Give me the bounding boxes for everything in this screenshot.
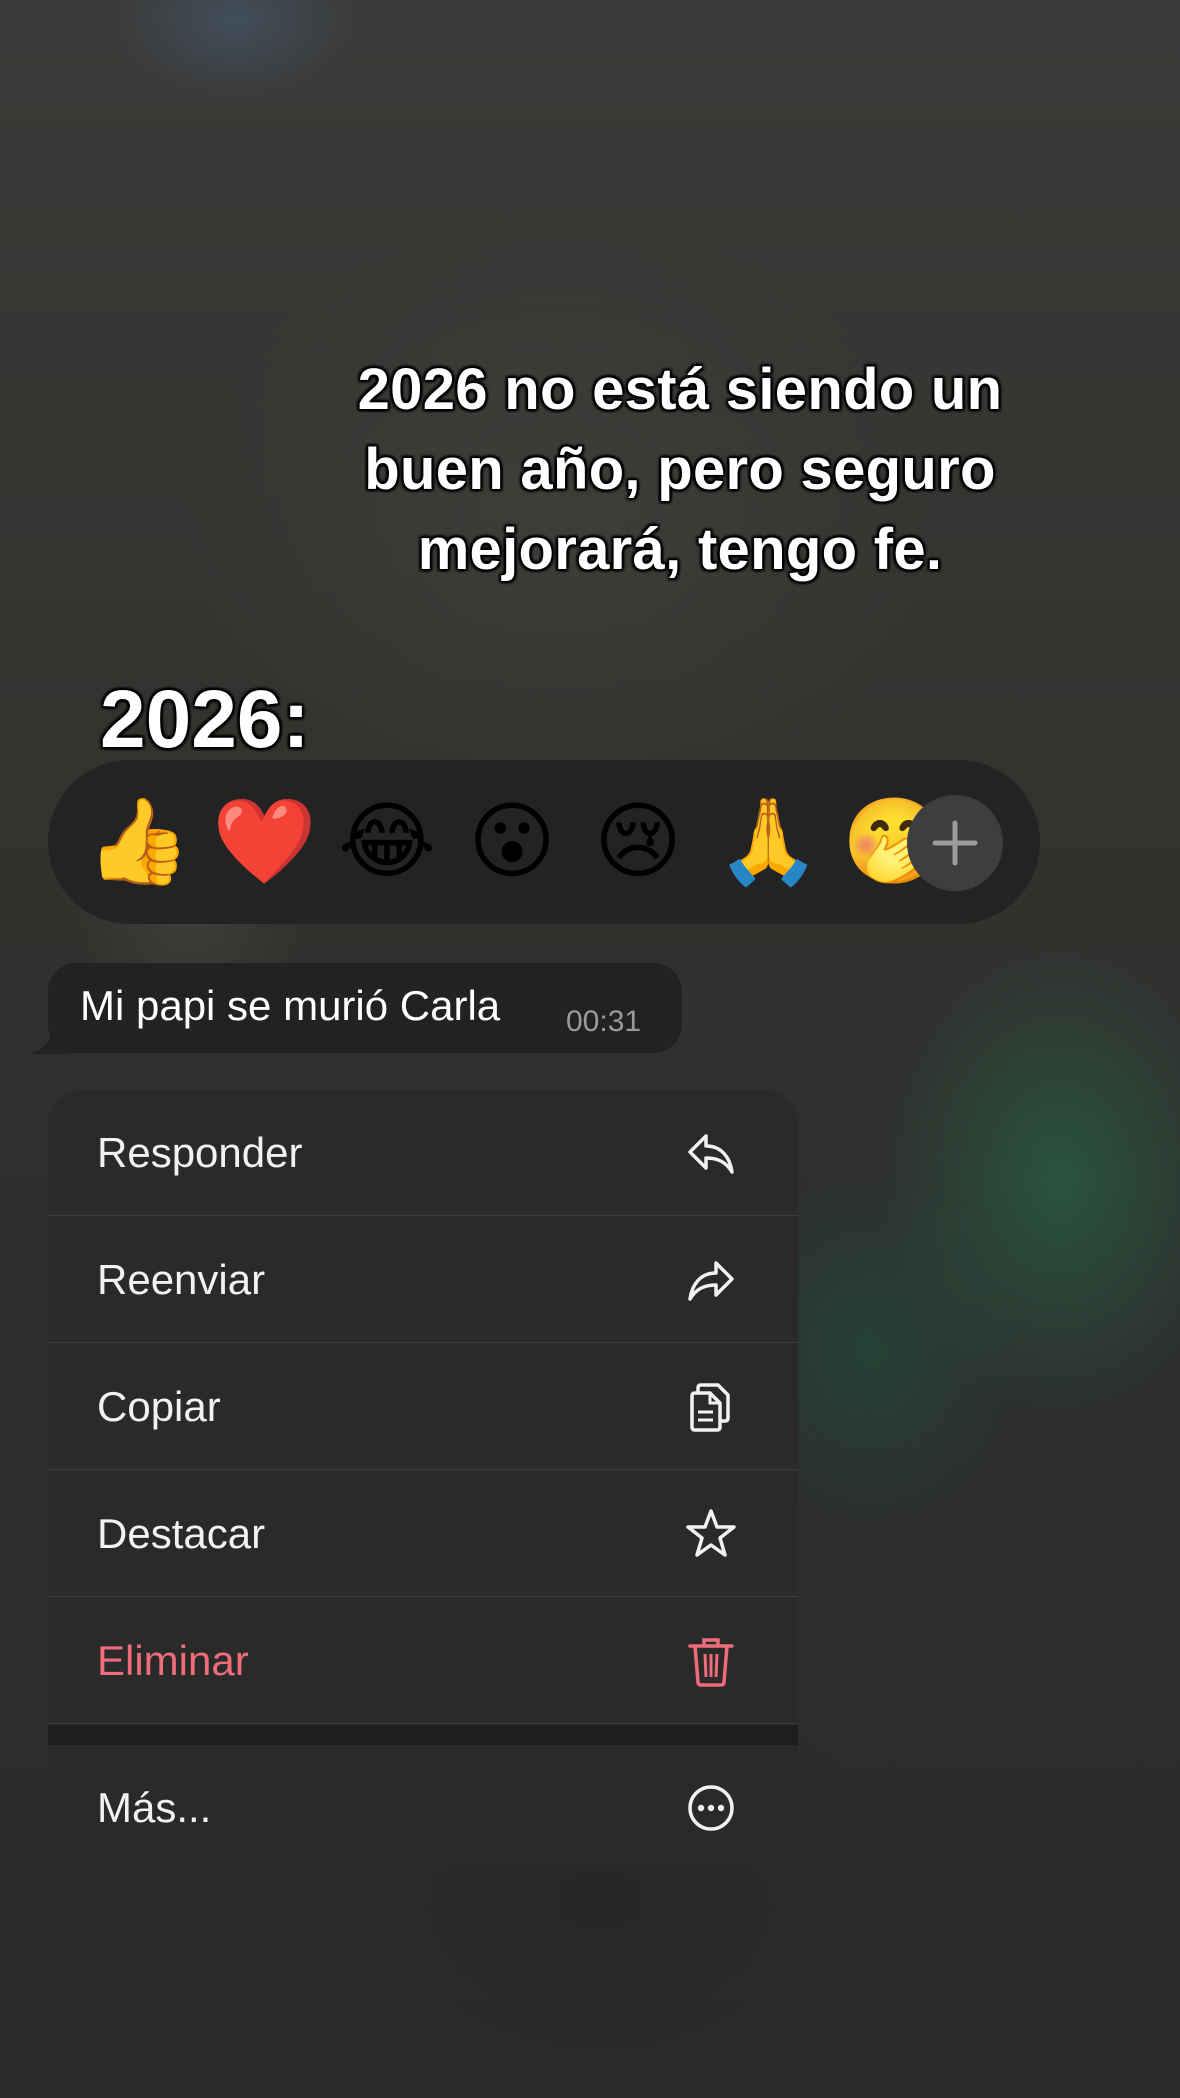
trash-icon (688, 1638, 734, 1687)
reaction-face-with-open-mouth[interactable]: 😮 (464, 793, 560, 889)
reaction-thumbs-up[interactable]: 👍 (86, 793, 191, 889)
menu-item-label: Responder (97, 1129, 303, 1176)
copy-icon (690, 1383, 730, 1432)
plus-icon (932, 820, 978, 866)
reaction-bar: 👍 ❤️ 😂 😮 😢 🙏 🤭 (48, 760, 1040, 924)
add-reaction-button[interactable] (907, 795, 1003, 891)
menu-item-delete[interactable]: Eliminar (48, 1598, 798, 1724)
reaction-crying-face[interactable]: 😢 (590, 793, 686, 889)
message-timestamp: 00:31 (566, 1005, 642, 1038)
caption-line: buen año, pero seguro (364, 437, 996, 502)
menu-item-label: Más... (97, 1784, 212, 1831)
menu-item-forward[interactable]: Reenviar (48, 1217, 798, 1343)
caption-line: mejorará, tengo fe. (417, 517, 943, 582)
reaction-folded-hands[interactable]: 🙏 (716, 793, 821, 889)
menu-separator (48, 1725, 798, 1745)
menu-item-label: Reenviar (97, 1256, 266, 1303)
forward-icon (688, 1261, 734, 1301)
menu-item-label: Eliminar (97, 1637, 249, 1684)
menu-item-reply[interactable]: Responder (48, 1090, 798, 1216)
reply-icon (688, 1134, 734, 1174)
reaction-red-heart[interactable]: ❤️ (212, 793, 317, 889)
overlay-caption: 2026 no está siendo un buen año, pero se… (300, 350, 1060, 590)
star-icon (686, 1509, 736, 1557)
message-text: Mi papi se murió Carla (80, 982, 501, 1029)
overlay-year-label: 2026: (100, 674, 310, 765)
more-icon (688, 1785, 734, 1831)
context-menu: Responder Reenviar Copiar Destacar Elimi… (48, 1090, 798, 1870)
menu-item-label: Destacar (97, 1510, 266, 1557)
caption-line: 2026 no está siendo un (357, 357, 1003, 422)
reaction-face-with-tears-of-joy[interactable]: 😂 (338, 793, 436, 889)
menu-item-more[interactable]: Más... (48, 1745, 798, 1870)
menu-item-label: Copiar (97, 1383, 221, 1430)
menu-item-copy[interactable]: Copiar (48, 1344, 798, 1470)
menu-item-star[interactable]: Destacar (48, 1471, 798, 1597)
